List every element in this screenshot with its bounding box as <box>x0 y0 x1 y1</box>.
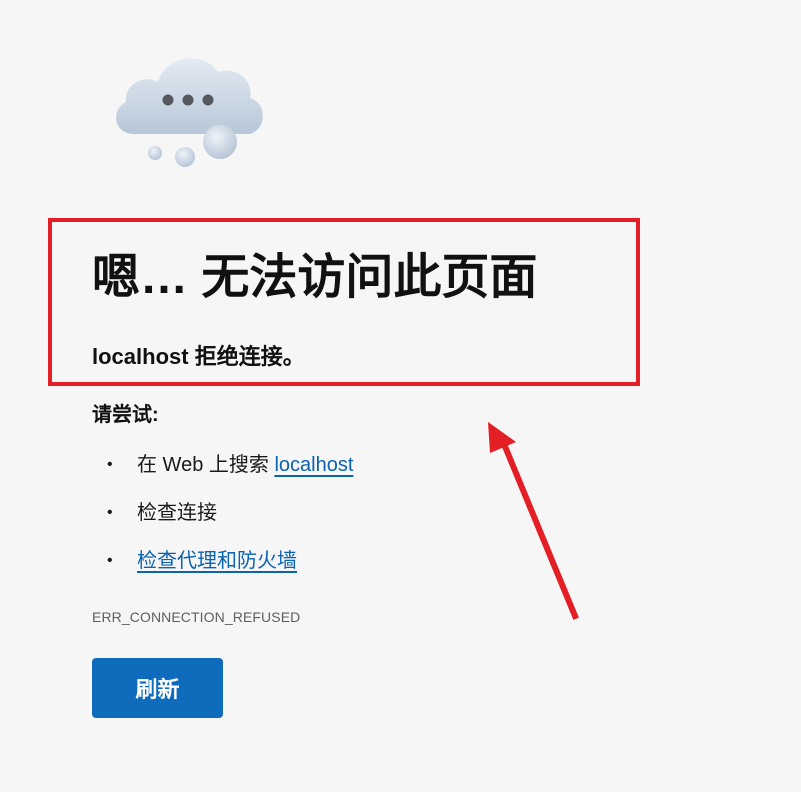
host-name: localhost <box>92 344 189 369</box>
check-connection-text: 检查连接 <box>137 502 217 524</box>
list-item: • 在 Web 上搜索 localhost <box>92 450 353 498</box>
list-item: • 检查连接 <box>92 498 353 546</box>
error-message: 拒绝连接。 <box>188 344 305 369</box>
bullet: • <box>107 552 113 569</box>
red-arrow-annotation <box>470 400 610 640</box>
check-proxy-firewall-link[interactable]: 检查代理和防火墙 <box>137 550 297 572</box>
bullet: • <box>107 456 113 473</box>
search-prefix: 在 Web 上搜索 <box>137 454 275 476</box>
cloud-with-ellipsis-icon <box>104 44 274 174</box>
error-subtitle: localhost 拒绝连接。 <box>92 340 305 374</box>
suggestions-list: • 在 Web 上搜索 localhost • 检查连接 • 检查代理和防火墙 <box>92 450 353 594</box>
search-localhost-link[interactable]: localhost <box>274 454 353 476</box>
error-code: ERR_CONNECTION_REFUSED <box>92 609 301 625</box>
try-label: 请尝试: <box>92 404 159 426</box>
list-item: • 检查代理和防火墙 <box>92 546 353 594</box>
bullet: • <box>107 504 113 521</box>
refresh-button[interactable]: 刷新 <box>92 658 223 718</box>
page-title: 嗯… 无法访问此页面 <box>92 251 538 304</box>
